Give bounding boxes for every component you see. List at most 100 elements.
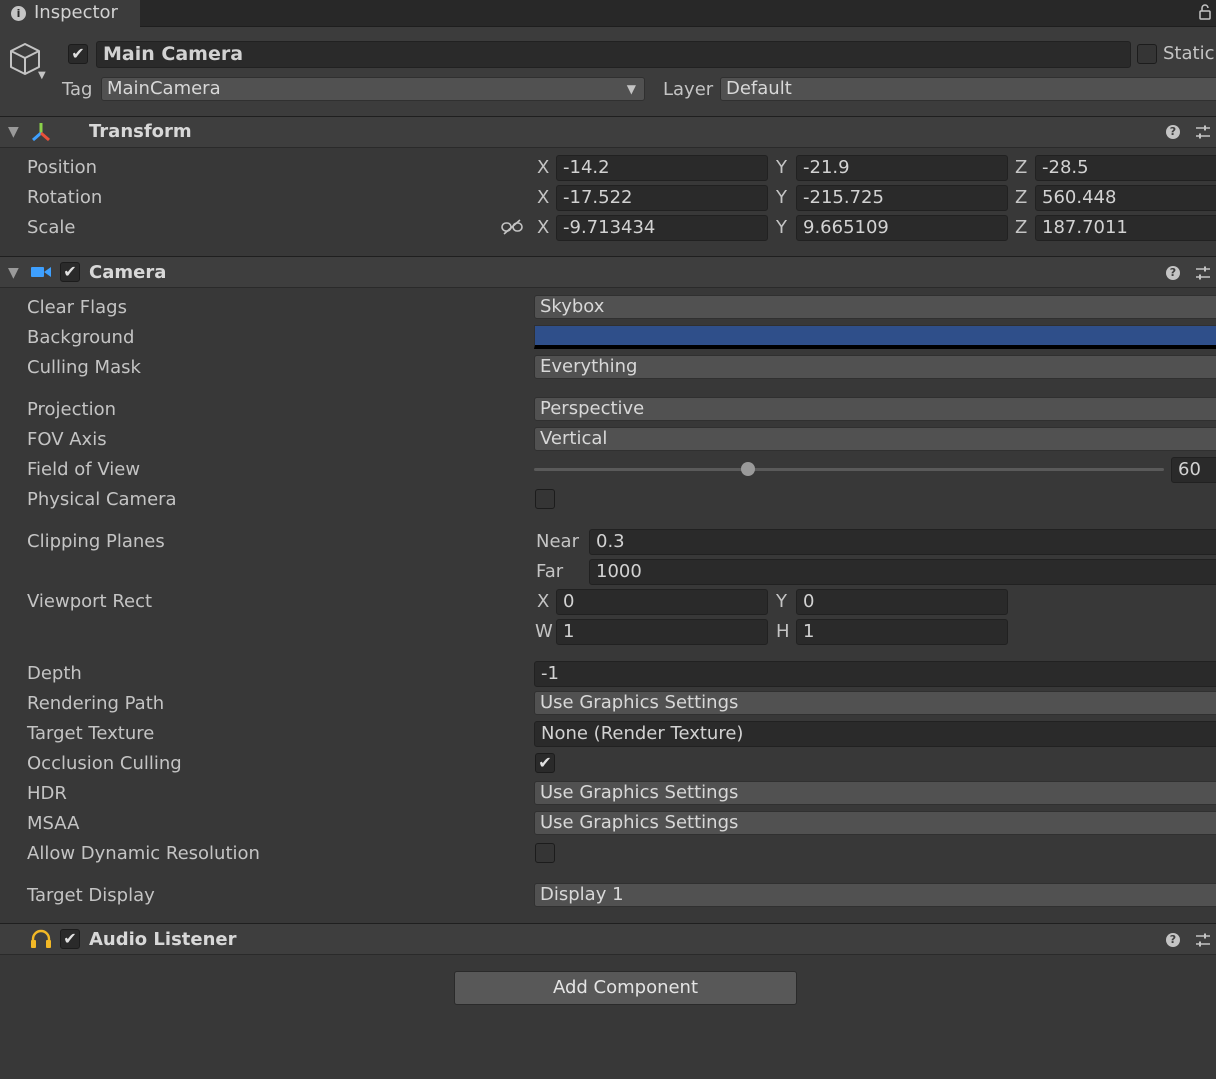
- info-icon: i: [11, 6, 26, 21]
- field-of-view-label: Field of View: [27, 459, 141, 480]
- fov-slider-track[interactable]: [534, 468, 1164, 471]
- camera-header[interactable]: [0, 256, 1216, 288]
- transform-axes-icon: [32, 123, 50, 142]
- viewport-rect-label: Viewport Rect: [27, 591, 153, 612]
- layer-dropdown[interactable]: Default: [720, 77, 1216, 101]
- position-label: Position: [27, 157, 98, 178]
- camera-icon: [31, 267, 51, 277]
- settings-sliders-icon[interactable]: [1195, 265, 1211, 281]
- gameobject-cube-icon: [10, 43, 40, 75]
- background-label: Background: [27, 327, 135, 348]
- clear-flags-dropdown[interactable]: Skybox: [534, 295, 1216, 319]
- help-icon[interactable]: ?: [1166, 125, 1180, 139]
- clear-flags-label: Clear Flags: [27, 297, 127, 318]
- fov-value-field[interactable]: 60: [1171, 457, 1216, 483]
- fov-slider-thumb[interactable]: [741, 462, 756, 476]
- viewport-h-field[interactable]: 1: [796, 619, 1008, 645]
- viewport-w-field[interactable]: 1: [556, 619, 768, 645]
- scale-y-field[interactable]: 9.665109: [796, 215, 1008, 241]
- occlusion-culling-checkbox[interactable]: ✔: [535, 753, 555, 773]
- rotation-y-axis-label[interactable]: Y: [776, 187, 787, 208]
- object-name-field[interactable]: Main Camera: [96, 41, 1131, 68]
- transform-foldout-icon[interactable]: ▼: [8, 124, 19, 140]
- background-color-swatch[interactable]: [534, 325, 1216, 349]
- scale-z-field[interactable]: 187.7011: [1035, 215, 1216, 241]
- scale-y-axis-label[interactable]: Y: [776, 217, 787, 238]
- far-label[interactable]: Far: [536, 561, 563, 582]
- tab-bar: [0, 0, 1216, 27]
- settings-sliders-icon[interactable]: [1195, 932, 1211, 948]
- audio-listener-title: Audio Listener: [89, 929, 237, 950]
- msaa-dropdown[interactable]: Use Graphics Settings: [534, 811, 1216, 835]
- camera-foldout-icon[interactable]: ▼: [8, 265, 19, 281]
- audio-listener-enabled-checkbox[interactable]: ✔: [60, 929, 80, 949]
- clipping-planes-label: Clipping Planes: [27, 531, 165, 552]
- scale-x-axis-label[interactable]: X: [537, 217, 549, 238]
- tag-value: MainCamera: [107, 78, 221, 99]
- rendering-path-dropdown[interactable]: Use Graphics Settings: [534, 691, 1216, 715]
- layer-value: Default: [726, 78, 792, 99]
- add-component-button[interactable]: Add Component: [454, 971, 797, 1005]
- rotation-x-field[interactable]: -17.522: [556, 185, 768, 211]
- rotation-z-axis-label[interactable]: Z: [1015, 187, 1027, 208]
- dynamic-resolution-checkbox[interactable]: [535, 843, 555, 863]
- target-display-label: Target Display: [27, 885, 155, 906]
- physical-camera-checkbox[interactable]: [535, 489, 555, 509]
- active-checkbox[interactable]: ✔: [68, 44, 88, 64]
- viewport-x-axis-label[interactable]: X: [537, 591, 549, 612]
- viewport-w-axis-label[interactable]: W: [535, 621, 553, 642]
- scale-label: Scale: [27, 217, 76, 238]
- constrain-proportions-icon[interactable]: [501, 219, 523, 235]
- culling-mask-label: Culling Mask: [27, 357, 141, 378]
- rotation-label: Rotation: [27, 187, 103, 208]
- tag-dropdown[interactable]: MainCamera ▼: [101, 77, 645, 101]
- position-z-field[interactable]: -28.5: [1035, 155, 1216, 181]
- viewport-y-field[interactable]: 0: [796, 589, 1008, 615]
- position-y-axis-label[interactable]: Y: [776, 157, 787, 178]
- position-x-axis-label[interactable]: X: [537, 157, 549, 178]
- projection-dropdown[interactable]: Perspective: [534, 397, 1216, 421]
- position-z-axis-label[interactable]: Z: [1015, 157, 1027, 178]
- physical-camera-label: Physical Camera: [27, 489, 177, 510]
- target-display-dropdown[interactable]: Display 1: [534, 883, 1216, 907]
- far-clip-field[interactable]: 1000: [589, 559, 1216, 585]
- depth-field[interactable]: -1: [534, 661, 1216, 687]
- viewport-y-axis-label[interactable]: Y: [776, 591, 787, 612]
- camera-title: Camera: [89, 262, 167, 283]
- tag-label: Tag: [62, 79, 93, 100]
- position-y-field[interactable]: -21.9: [796, 155, 1008, 181]
- fov-axis-dropdown[interactable]: Vertical: [534, 427, 1216, 451]
- viewport-h-axis-label[interactable]: H: [776, 621, 790, 642]
- projection-label: Projection: [27, 399, 117, 420]
- culling-mask-dropdown[interactable]: Everything: [534, 355, 1216, 379]
- settings-sliders-icon[interactable]: [1195, 124, 1211, 140]
- lock-icon[interactable]: [1199, 4, 1211, 20]
- occlusion-culling-label: Occlusion Culling: [27, 753, 182, 774]
- tab-inspector[interactable]: i Inspector: [0, 0, 140, 27]
- near-clip-field[interactable]: 0.3: [589, 529, 1216, 555]
- depth-label: Depth: [27, 663, 82, 684]
- rotation-x-axis-label[interactable]: X: [537, 187, 549, 208]
- scale-z-axis-label[interactable]: Z: [1015, 217, 1027, 238]
- rotation-z-field[interactable]: 560.448: [1035, 185, 1216, 211]
- help-icon[interactable]: ?: [1166, 933, 1180, 947]
- rotation-y-field[interactable]: -215.725: [796, 185, 1008, 211]
- static-checkbox[interactable]: [1137, 44, 1157, 64]
- viewport-x-field[interactable]: 0: [556, 589, 768, 615]
- headphones-icon: [31, 929, 51, 948]
- layer-label: Layer: [663, 79, 714, 100]
- near-label[interactable]: Near: [536, 531, 579, 552]
- dynamic-resolution-label: Allow Dynamic Resolution: [27, 843, 260, 864]
- position-x-field[interactable]: -14.2: [556, 155, 768, 181]
- static-label: Static: [1163, 43, 1215, 64]
- msaa-label: MSAA: [27, 813, 80, 834]
- scale-x-field[interactable]: -9.713434: [556, 215, 768, 241]
- transform-title: Transform: [89, 121, 192, 142]
- help-icon[interactable]: ?: [1166, 266, 1180, 280]
- hdr-dropdown[interactable]: Use Graphics Settings: [534, 781, 1216, 805]
- target-texture-field[interactable]: None (Render Texture): [534, 721, 1216, 747]
- icon-dropdown-arrow-icon[interactable]: ▼: [38, 70, 46, 81]
- chevron-down-icon: ▼: [626, 82, 636, 96]
- camera-enabled-checkbox[interactable]: ✔: [60, 262, 80, 282]
- target-texture-label: Target Texture: [27, 723, 155, 744]
